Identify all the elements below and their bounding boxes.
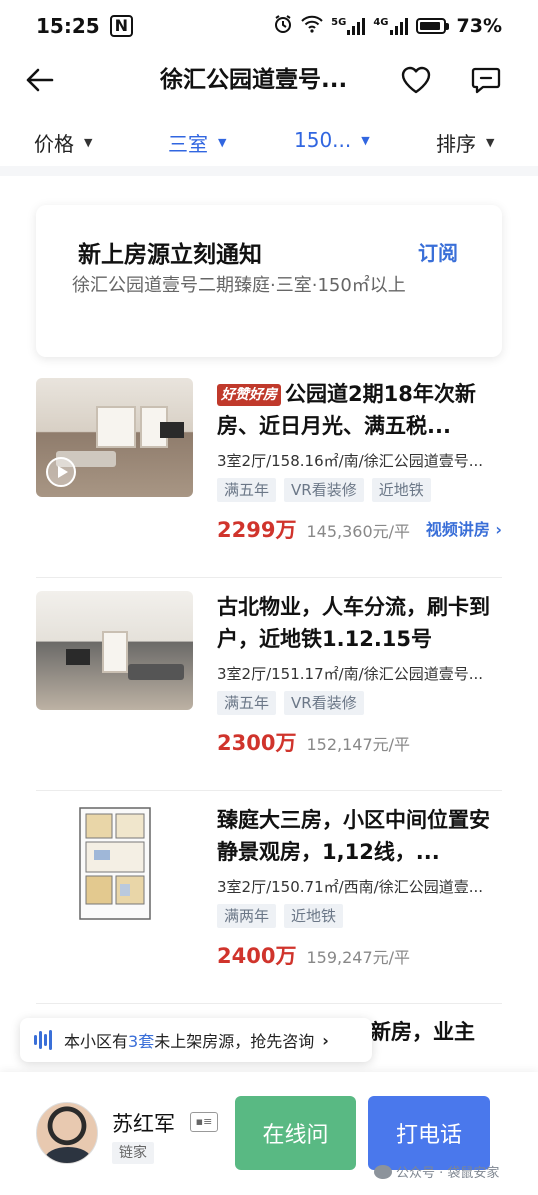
status-icons: 5G 4G 73% — [273, 14, 502, 38]
unlisted-homes-banner[interactable]: 本小区有 3套 未上架房源，抢先咨询 › — [20, 1018, 372, 1062]
listing-tags: 满五年 VR看装修 近地铁 — [217, 478, 431, 502]
listing-title: 臻庭大三房，小区中间位置安静景观房，1,12线，... — [217, 808, 490, 864]
agent-bottom-bar: 苏红军 ▪≡ 链家 在线问 打电话 公众号 · 袋鼠安家 — [0, 1072, 538, 1195]
call-button[interactable]: 打电话 — [368, 1096, 490, 1170]
wechat-icon — [374, 1164, 392, 1179]
listing-meta: 3室2厅/158.16㎡/南/徐汇公园道壹号... — [217, 452, 484, 470]
row-divider — [36, 577, 502, 578]
filter-price[interactable]: 价格 ▼ — [34, 128, 92, 157]
voice-wave-icon — [34, 1030, 52, 1050]
status-time: 15:25 — [36, 14, 100, 38]
chevron-right-icon: › — [322, 1030, 329, 1050]
nfc-icon: N — [109, 15, 134, 37]
listing-tags: 满五年 VR看装修 — [217, 691, 364, 715]
listing-photo — [36, 378, 193, 497]
status-bar: 15:25 N 5G 4G 73% — [0, 0, 538, 52]
total-price: 2300万 — [217, 731, 297, 755]
subscribe-card: 新上房源立刻通知 订阅 徐汇公园道壹号二期臻庭·三室·150㎡以上 — [36, 205, 502, 357]
nav-header: 徐汇公园道壹号... — [0, 52, 538, 108]
filter-rooms[interactable]: 三室 ▼ — [168, 128, 226, 157]
agent-company-badge: 链家 — [112, 1142, 154, 1164]
banner-count: 3套 — [128, 1032, 155, 1051]
battery-icon — [415, 18, 449, 34]
total-price: 2299万 — [217, 518, 297, 542]
listing-price-row: 2400万 159,247元/平 — [217, 940, 410, 970]
tag: VR看装修 — [284, 691, 364, 715]
tag: 满五年 — [217, 691, 277, 715]
favorite-heart-icon[interactable] — [398, 62, 434, 98]
row-divider — [36, 1003, 502, 1004]
total-price: 2400万 — [217, 944, 297, 968]
filter-sort[interactable]: 排序 ▼ — [436, 128, 494, 157]
listing-meta: 3室2厅/150.71㎡/西南/徐汇公园道壹... — [217, 878, 484, 896]
page-title: 徐汇公园道壹号... — [160, 67, 348, 93]
chevron-down-icon: ▼ — [361, 133, 370, 147]
listing-price-row: 2299万 145,360元/平 — [217, 514, 410, 544]
signal-4g-icon: 4G — [373, 17, 408, 35]
tag: VR看装修 — [284, 478, 364, 502]
video-tour-link[interactable]: 视频讲房 › — [426, 516, 502, 540]
subscribe-title: 新上房源立刻通知 — [78, 242, 262, 268]
banner-prefix: 本小区有 — [64, 1032, 129, 1051]
business-card-icon[interactable]: ▪≡ — [190, 1112, 218, 1132]
unit-price: 159,247元/平 — [306, 948, 411, 967]
listing-meta: 3室2厅/151.17㎡/南/徐汇公园道壹号... — [217, 665, 484, 683]
filter-sort-label: 排序 — [436, 132, 476, 156]
listing-item[interactable]: 古北物业，人车分流，刷卡到户，近地铁1.12.15号 3室2厅/151.17㎡/… — [36, 591, 502, 791]
back-arrow-icon[interactable] — [22, 62, 58, 98]
unit-price: 152,147元/平 — [306, 735, 411, 754]
wifi-icon — [301, 15, 323, 37]
video-play-icon — [46, 457, 76, 487]
row-divider — [36, 790, 502, 791]
listing-item[interactable]: 好赞好房 公园道2期18年次新房、近日月光、满五税... 3室2厅/158.16㎡… — [36, 378, 502, 578]
filter-area[interactable]: 150... ▼ — [294, 128, 370, 152]
tag: 近地铁 — [284, 904, 344, 928]
chevron-down-icon: ▼ — [84, 136, 93, 149]
filter-rooms-label: 三室 — [168, 132, 208, 156]
battery-percent: 73% — [456, 15, 502, 37]
tag: 满两年 — [217, 904, 277, 928]
listing-price-row: 2300万 152,147元/平 — [217, 727, 410, 757]
chevron-down-icon: ▼ — [486, 136, 495, 149]
listing-photo — [36, 591, 193, 710]
section-divider — [0, 166, 538, 176]
filter-price-label: 价格 — [34, 132, 74, 156]
watermark-text: 公众号 · 袋鼠安家 — [396, 1166, 500, 1181]
subscribe-description: 徐汇公园道壹号二期臻庭·三室·150㎡以上 — [72, 275, 406, 296]
filter-bar: 价格 ▼ 三室 ▼ 150... ▼ 排序 ▼ — [0, 118, 538, 164]
listing-title-partial: 新房，业主 — [370, 1020, 475, 1044]
agent-avatar[interactable] — [36, 1102, 98, 1164]
listing-item[interactable]: 臻庭大三房，小区中间位置安静景观房，1,12线，... 3室2厅/150.71㎡… — [36, 804, 502, 1004]
signal-5g-icon: 5G — [331, 17, 366, 35]
floor-plan-image — [36, 804, 193, 923]
alarm-icon — [273, 14, 293, 38]
filter-area-label: 150... — [294, 128, 352, 152]
message-icon[interactable] — [468, 62, 504, 98]
good-house-badge: 好赞好房 — [217, 384, 281, 406]
chevron-down-icon: ▼ — [218, 136, 227, 149]
subscribe-button[interactable]: 订阅 — [418, 237, 458, 266]
unit-price: 145,360元/平 — [306, 522, 411, 541]
listing-title: 古北物业，人车分流，刷卡到户，近地铁1.12.15号 — [217, 595, 490, 651]
banner-suffix: 未上架房源，抢先咨询 — [154, 1032, 315, 1051]
watermark: 公众号 · 袋鼠安家 — [374, 1162, 499, 1181]
tag: 近地铁 — [371, 478, 431, 502]
listing-title: 好赞好房 公园道2期18年次新房、近日月光、满五税... — [217, 382, 476, 438]
listing-tags: 满两年 近地铁 — [217, 904, 344, 928]
agent-name: 苏红军 — [112, 1112, 175, 1136]
tag: 满五年 — [217, 478, 277, 502]
online-chat-button[interactable]: 在线问 — [235, 1096, 356, 1170]
